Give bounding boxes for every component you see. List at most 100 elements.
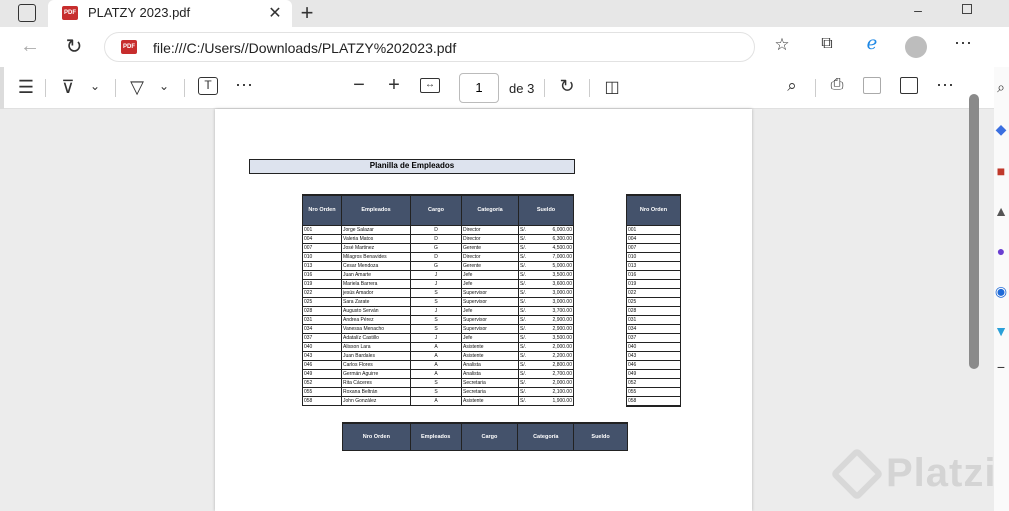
close-tab-icon[interactable]: ✕ xyxy=(268,3,282,23)
table-cell: A xyxy=(410,342,462,352)
zoom-in-icon[interactable]: + xyxy=(384,74,404,97)
table-cell: Gerente xyxy=(461,261,519,271)
table-cell: Supervisor xyxy=(461,324,519,334)
favorite-star-icon[interactable]: ☆ xyxy=(772,35,792,55)
tab-title: PLATZY 2023.pdf xyxy=(88,5,191,20)
table-cell: Asistente xyxy=(461,396,519,406)
games-icon[interactable]: ▲ xyxy=(994,203,1008,219)
search-icon[interactable]: ⌕ xyxy=(994,79,1008,96)
table-cell: S/. xyxy=(518,333,534,343)
table-row: 031 Andrea Pérez S Supervisor S/. 2,900.00 xyxy=(302,315,574,325)
more-tools-icon[interactable]: ⋯ xyxy=(234,75,254,96)
fit-page-icon[interactable]: ↔ xyxy=(420,78,440,93)
profile-avatar[interactable] xyxy=(905,36,927,58)
order-number-table: Nro Orden 001 004 007 010 013 016 019 022 025 028… xyxy=(626,194,681,407)
maximize-icon[interactable] xyxy=(962,4,972,14)
back-icon[interactable]: ← xyxy=(20,35,40,58)
employee-table-body: 001 Jorge Salazar D Director S/. 6,000.00 004 V… xyxy=(302,225,574,406)
tab-pdf[interactable]: PDF PLATZY 2023.pdf ✕ xyxy=(48,0,292,27)
table-cell: José Martinez xyxy=(341,243,411,253)
table-cell: 022 xyxy=(626,288,681,298)
text-icon[interactable]: T xyxy=(198,77,218,95)
collections-icon[interactable]: ⧉ xyxy=(817,35,837,53)
table-row: 010 xyxy=(626,252,681,262)
table-row: 055 Roxana Beltrán S Secretaria S/. 2,100.00 xyxy=(302,387,574,397)
new-tab-icon[interactable]: + xyxy=(298,0,316,26)
table-cell: Cesar Mendoza xyxy=(341,261,411,271)
add-icon[interactable]: − xyxy=(994,359,1008,375)
table-row: 007 xyxy=(626,243,681,253)
table-row: 004 xyxy=(626,234,681,244)
table-row: 022 xyxy=(626,288,681,298)
table-cell: G xyxy=(410,261,462,271)
office-icon[interactable]: ● xyxy=(994,243,1008,259)
table-cell: S/. xyxy=(518,252,534,262)
contents-icon[interactable]: ☰ xyxy=(16,77,36,98)
column-header: Cargo xyxy=(460,422,519,451)
minimize-icon[interactable]: – xyxy=(911,2,925,18)
table-cell: Carlos Flores xyxy=(341,360,411,370)
highlight-icon[interactable]: ⊽ xyxy=(58,77,78,98)
refresh-icon[interactable]: ↻ xyxy=(64,34,84,59)
table-cell: 3,600.00 xyxy=(533,279,574,289)
table-cell: 028 xyxy=(626,306,681,316)
table-cell: S/. xyxy=(518,288,534,298)
table-cell: Rita Cáceres xyxy=(341,378,411,388)
search-icon[interactable]: ⌕ xyxy=(782,76,802,96)
save-icon[interactable] xyxy=(863,77,881,94)
shopping-icon[interactable]: ◆ xyxy=(994,121,1008,138)
table-row: 040 Alisson Lara A Asistente S/. 2,000.00 xyxy=(302,342,574,352)
table-cell: 3,700.00 xyxy=(533,306,574,316)
table-cell: 2,200.00 xyxy=(533,351,574,361)
page-count: de 3 xyxy=(509,81,535,96)
column-header: Empleados xyxy=(341,194,411,226)
table-cell: A xyxy=(410,360,462,370)
save-as-icon[interactable] xyxy=(900,77,918,94)
table-cell: Analista xyxy=(461,369,519,379)
scrollbar-thumb[interactable] xyxy=(969,94,979,369)
page-number-input[interactable]: 1 xyxy=(459,73,499,103)
table-cell: 034 xyxy=(302,324,342,334)
tab-actions-icon[interactable] xyxy=(18,4,36,22)
table-cell: Sara Zarate xyxy=(341,297,411,307)
zoom-out-icon[interactable]: − xyxy=(349,74,369,97)
table-cell: J xyxy=(410,270,462,280)
column-header: Categoría xyxy=(461,194,519,226)
table-cell: 025 xyxy=(626,297,681,307)
draw-icon[interactable]: ▽ xyxy=(127,77,147,98)
order-number-body: 001 004 007 010 013 016 019 022 025 028 031 034 037 0… xyxy=(626,225,681,406)
table-row: 016 Juan Amarte J Jefe S/. 3,500.00 xyxy=(302,270,574,280)
outlook-icon[interactable]: ◉ xyxy=(994,283,1008,300)
table-cell: Mariela Barrera xyxy=(341,279,411,289)
table-row: 052 xyxy=(626,378,681,388)
rotate-icon[interactable]: ↻ xyxy=(557,76,577,97)
table-cell: J xyxy=(410,306,462,316)
table-cell: Asistente xyxy=(461,351,519,361)
send-icon[interactable]: ▼ xyxy=(994,323,1008,339)
tools-icon[interactable]: ■ xyxy=(994,163,1008,179)
table-row: 034 xyxy=(626,324,681,334)
table-cell: S xyxy=(410,315,462,325)
right-sidebar: ⌕ ◆ ■ ▲ ● ◉ ▼ − xyxy=(994,67,1009,511)
chevron-down-icon[interactable]: ⌄ xyxy=(88,79,102,93)
divider xyxy=(184,79,185,97)
chevron-down-icon[interactable]: ⌄ xyxy=(157,79,171,93)
print-icon[interactable]: ⎙ xyxy=(827,76,847,94)
table-row: 016 xyxy=(626,270,681,280)
table-cell: Director xyxy=(461,252,519,262)
page-view-icon[interactable]: ◫ xyxy=(602,77,622,97)
table-cell: 2,900.00 xyxy=(533,315,574,325)
table-cell: J xyxy=(410,333,462,343)
table-cell: Germán Aguirre xyxy=(341,369,411,379)
table-cell: 2,900.00 xyxy=(533,324,574,334)
table-cell: 7,000.00 xyxy=(533,252,574,262)
address-bar[interactable]: PDF file:///C:/Users//Downloads/PLATZY%2… xyxy=(104,32,755,62)
table-cell: Vanessa Menacho xyxy=(341,324,411,334)
table-cell: 049 xyxy=(626,369,681,379)
table-cell: Augusto Serván xyxy=(341,306,411,316)
edge-icon[interactable]: ℯ xyxy=(862,33,882,54)
table-cell: 010 xyxy=(626,252,681,262)
more-options-icon[interactable]: ⋯ xyxy=(935,75,955,96)
table-row: 037 Adatalíz Castillo J Jefe S/. 3,500.00 xyxy=(302,333,574,343)
more-menu-icon[interactable]: ⋯ xyxy=(953,33,973,54)
